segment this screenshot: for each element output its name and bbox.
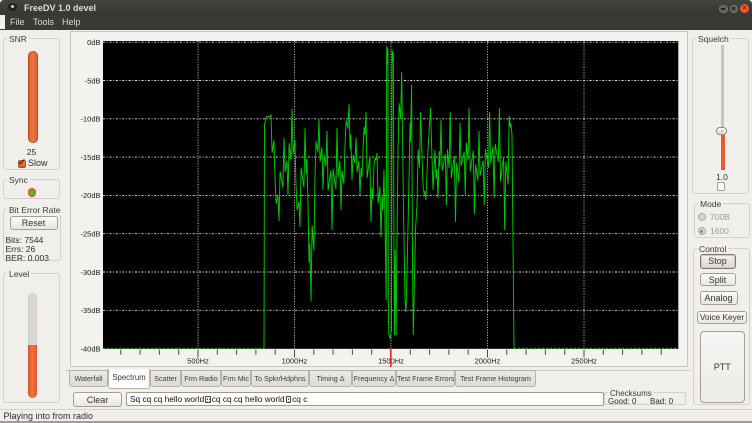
svg-text:-20dB: -20dB	[80, 191, 100, 200]
svg-text:-15dB: -15dB	[80, 153, 100, 162]
svg-text:1000Hz: 1000Hz	[282, 357, 308, 366]
svg-text:-5dB: -5dB	[85, 76, 101, 85]
svg-text:-40dB: -40dB	[80, 344, 100, 353]
svg-text:-10dB: -10dB	[80, 115, 100, 124]
svg-text:2500Hz: 2500Hz	[571, 357, 597, 366]
svg-text:-35dB: -35dB	[80, 306, 100, 315]
svg-text:0dB: 0dB	[87, 38, 100, 47]
svg-text:-30dB: -30dB	[80, 268, 100, 277]
svg-text:2000Hz: 2000Hz	[475, 357, 501, 366]
svg-text:-25dB: -25dB	[80, 230, 100, 239]
svg-text:500Hz: 500Hz	[187, 357, 209, 366]
